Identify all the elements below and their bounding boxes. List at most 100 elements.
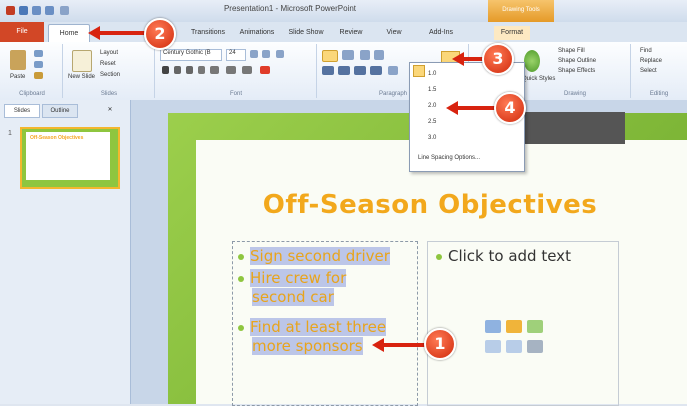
align-right-icon[interactable] xyxy=(354,66,366,75)
bullet-item[interactable]: Sign second driver xyxy=(238,247,390,265)
numbering-icon[interactable] xyxy=(342,50,354,60)
bullet-dot-icon xyxy=(238,253,244,260)
select-button[interactable]: Select xyxy=(640,68,657,74)
copy-icon[interactable] xyxy=(34,61,43,68)
bullet-continuation[interactable]: second car xyxy=(252,288,334,306)
replace-button[interactable]: Replace xyxy=(640,58,662,64)
reset-button[interactable]: Reset xyxy=(100,61,116,67)
customize-qat-icon[interactable] xyxy=(60,6,69,15)
tab-outline[interactable]: Outline xyxy=(42,104,78,118)
paste-label[interactable]: Paste xyxy=(10,74,25,80)
thumbnail-number: 1 xyxy=(8,130,12,137)
tab-add-ins[interactable]: Add-Ins xyxy=(424,26,458,40)
insert-media-icon[interactable] xyxy=(527,340,543,353)
slide-title[interactable]: Off-Season Objectives xyxy=(220,190,640,220)
shadow-icon[interactable] xyxy=(198,66,205,74)
ribbon: Paste Clipboard New Slide Layout Reset S… xyxy=(0,42,687,101)
quick-styles-label[interactable]: Quick Styles xyxy=(522,76,555,82)
insert-smartart-icon[interactable] xyxy=(527,320,543,333)
increase-indent-icon[interactable] xyxy=(374,50,384,60)
undo-icon[interactable] xyxy=(32,6,41,15)
clipboard-group-label: Clipboard xyxy=(19,91,45,97)
bold-icon[interactable] xyxy=(162,66,169,74)
italic-icon[interactable] xyxy=(174,66,181,74)
new-slide-icon[interactable] xyxy=(72,50,92,72)
shape-outline-button[interactable]: Shape Outline xyxy=(558,58,596,64)
line-spacing-option[interactable]: 1.0 xyxy=(428,71,436,77)
editing-group-label: Editing xyxy=(649,91,669,97)
align-center-icon[interactable] xyxy=(338,66,350,75)
cut-icon[interactable] xyxy=(34,50,43,57)
justify-icon[interactable] xyxy=(370,66,382,75)
bullet-dot-icon xyxy=(238,275,244,282)
arrow-head-icon xyxy=(452,52,464,66)
pane-tabs: Slides Outline ✕ xyxy=(4,104,122,118)
tab-file[interactable]: File xyxy=(0,22,44,42)
character-spacing-icon[interactable] xyxy=(226,66,236,74)
callout-arrow xyxy=(98,31,146,35)
shrink-font-icon[interactable] xyxy=(262,50,270,58)
line-spacing-option[interactable]: 1.5 xyxy=(428,87,436,93)
redo-icon[interactable] xyxy=(45,6,54,15)
change-case-icon[interactable] xyxy=(242,66,252,74)
tab-format[interactable]: Format xyxy=(494,26,530,40)
underline-icon[interactable] xyxy=(186,66,193,74)
insert-picture-icon[interactable] xyxy=(485,340,501,353)
columns-icon[interactable] xyxy=(388,66,398,75)
paste-icon[interactable] xyxy=(10,50,26,70)
insert-chart-icon[interactable] xyxy=(506,320,522,333)
insert-clip-art-icon[interactable] xyxy=(506,340,522,353)
close-pane-icon[interactable]: ✕ xyxy=(104,104,116,116)
line-spacing-option[interactable]: 2.0 xyxy=(428,103,436,109)
tab-slides[interactable]: Slides xyxy=(4,104,40,118)
grow-font-icon[interactable] xyxy=(250,50,258,58)
tab-animations[interactable]: Animations xyxy=(234,26,280,40)
shape-effects-button[interactable]: Shape Effects xyxy=(558,68,595,74)
thumbnail-title: Off-Season Objectives xyxy=(30,135,84,141)
line-spacing-option[interactable]: 3.0 xyxy=(428,135,436,141)
find-button[interactable]: Find xyxy=(640,48,652,54)
window-title: Presentation1 - Microsoft PowerPoint xyxy=(223,4,357,13)
powerpoint-logo-icon xyxy=(6,6,15,15)
decrease-indent-icon[interactable] xyxy=(360,50,370,60)
section-button[interactable]: Section xyxy=(100,72,120,78)
tab-transitions[interactable]: Transitions xyxy=(185,26,231,40)
tab-home[interactable]: Home xyxy=(48,24,90,43)
quick-styles-icon[interactable] xyxy=(524,50,540,72)
checkmark-icon xyxy=(413,65,425,77)
bullet-item[interactable]: Hire crew for xyxy=(238,269,347,287)
new-slide-label[interactable]: New Slide xyxy=(68,74,95,80)
placeholder-text[interactable]: Click to add text xyxy=(436,247,571,265)
slides-group: New Slide Layout Reset Section Slides xyxy=(64,44,155,98)
callout-number: 3 xyxy=(482,43,514,75)
bullet-item[interactable]: Find at least three xyxy=(238,318,387,336)
callout-number: 1 xyxy=(424,328,456,360)
font-group-label: Font xyxy=(229,91,242,97)
line-spacing-options-item[interactable]: Line Spacing Options... xyxy=(418,155,480,161)
clear-formatting-icon[interactable] xyxy=(276,50,284,58)
callout-arrow xyxy=(382,343,428,347)
bullet-continuation[interactable]: more sponsors xyxy=(252,337,363,355)
content-placeholder-right[interactable] xyxy=(427,241,619,406)
layout-button[interactable]: Layout xyxy=(100,50,118,56)
font-size-select[interactable]: 24 xyxy=(226,49,246,61)
arrow-head-icon xyxy=(372,338,384,352)
bullets-icon[interactable] xyxy=(322,50,338,62)
save-icon[interactable] xyxy=(19,6,28,15)
font-name-select[interactable]: Century Gothic (B xyxy=(160,49,222,61)
callout-number: 2 xyxy=(144,18,176,50)
format-painter-icon[interactable] xyxy=(34,72,43,79)
align-left-icon[interactable] xyxy=(322,66,334,75)
line-spacing-option[interactable]: 2.5 xyxy=(428,119,436,125)
drawing-tools-group-label: Drawing Tools xyxy=(488,0,554,22)
shape-fill-button[interactable]: Shape Fill xyxy=(558,48,585,54)
dark-shape[interactable] xyxy=(520,112,625,144)
bullet-dot-icon xyxy=(436,253,442,260)
strikethrough-icon[interactable] xyxy=(210,66,219,74)
insert-table-icon[interactable] xyxy=(485,320,501,333)
tab-review[interactable]: Review xyxy=(333,26,369,40)
tab-slide-show[interactable]: Slide Show xyxy=(284,26,328,40)
slides-group-label: Slides xyxy=(100,91,118,97)
font-color-icon[interactable] xyxy=(260,66,270,74)
tab-view[interactable]: View xyxy=(380,26,408,40)
